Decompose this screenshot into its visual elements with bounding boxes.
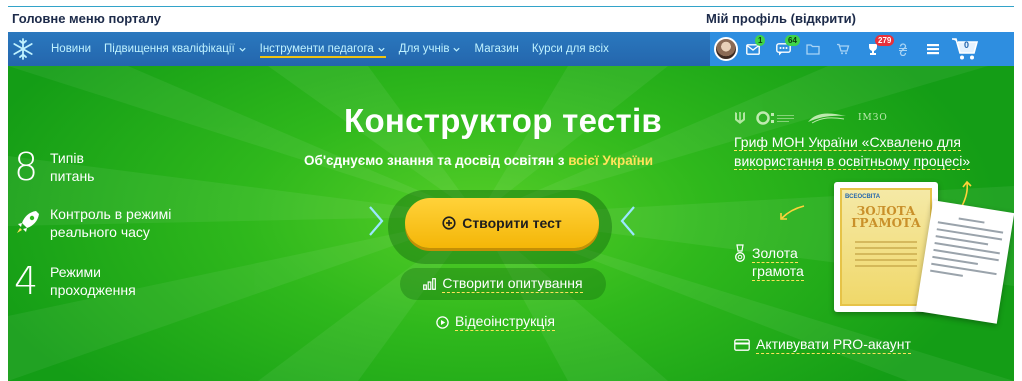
nav-item-courses[interactable]: Курси для всіх	[532, 32, 609, 66]
rocket-icon	[14, 204, 46, 242]
create-poll-button[interactable]: Створити опитування	[400, 268, 606, 300]
nav-item-label: Курси для всіх	[531, 43, 609, 55]
messages-badge: 1	[755, 35, 766, 46]
top-annotation-strip: Головне меню порталу Мій профіль (відкри…	[0, 0, 1022, 32]
chevron-right-icon	[369, 206, 384, 236]
gold-certificate-label: Золота грамота	[752, 244, 804, 281]
profile-toolbar: 1 64 279 0	[710, 32, 1014, 66]
hero-subtitle: Об'єднуємо знання та досвід освітян з вс…	[304, 153, 653, 168]
medal-icon	[735, 244, 745, 262]
ministry-approval-label: Гриф МОН України «Схвалено для використа…	[734, 134, 971, 170]
nav-item-label: Магазин	[474, 43, 519, 55]
plus-circle-icon	[442, 216, 456, 230]
feature-line: Типів	[50, 150, 84, 166]
video-instruction-link[interactable]: Відеоінструкція	[436, 313, 555, 331]
feature-realtime-control: Контроль в режимі реального часу	[14, 204, 224, 242]
trident-icon	[735, 112, 745, 124]
feature-line: проходження	[50, 282, 136, 298]
gold-line: Золота	[752, 245, 798, 263]
create-poll-label: Створити опитування	[442, 275, 583, 293]
certificate-title: ЗОЛОТА ГРАМОТА	[851, 205, 921, 229]
certificate-text-lines	[855, 237, 917, 271]
nav-item-news[interactable]: Новини	[51, 32, 91, 66]
activate-pro-label: Активувати PRO-акаунт	[756, 336, 911, 354]
cart-button[interactable]: 0	[948, 32, 982, 66]
certificate-title-line: ГРАМОТА	[851, 216, 921, 230]
create-test-button[interactable]: Створити тест	[405, 198, 599, 248]
approval-document-image	[915, 200, 1014, 324]
nav-item-qualification[interactable]: Підвищення кваліфікації	[104, 32, 247, 66]
subtitle-highlight: всієї України	[568, 153, 654, 168]
ministry-approval-text[interactable]: Гриф МОН України «Схвалено для використа…	[734, 133, 1014, 171]
ministry-logo-icon	[756, 111, 794, 125]
annotation-line	[8, 6, 1014, 7]
cart-count: 0	[964, 40, 970, 50]
cart-outline-icon	[837, 43, 850, 55]
imzo-logo-icon	[808, 113, 846, 124]
currency-button[interactable]	[888, 32, 918, 66]
profile-annotation[interactable]: Мій профіль (відкрити)	[706, 11, 856, 26]
feature-text: Контроль в режимі реального часу	[50, 205, 171, 241]
chevron-left-icon	[620, 206, 635, 236]
avatar[interactable]	[714, 37, 738, 61]
gold-line: грамота	[752, 263, 804, 281]
card-icon	[734, 339, 750, 351]
nav-item-for-students[interactable]: Для учнів	[399, 32, 462, 66]
partner-logos: ІМЗО	[734, 110, 888, 126]
nav-item-shop[interactable]: Магазин	[474, 32, 518, 66]
video-instruction-label: Відеоінструкція	[455, 313, 555, 331]
notifications-button[interactable]: 279	[858, 32, 895, 66]
feature-number: 8	[14, 145, 39, 189]
imzo-text: ІМЗО	[858, 113, 888, 123]
hryvnia-icon	[899, 42, 907, 56]
feature-line: Режими	[50, 264, 101, 280]
curved-arrow-icon	[780, 205, 805, 220]
nav-item-label: Для учнів	[398, 43, 450, 55]
chevron-down-icon	[239, 47, 246, 52]
subtitle-text: Об'єднуємо знання та досвід освітян з	[304, 153, 569, 168]
nav-item-label: Інструменти педагога	[259, 43, 374, 55]
feature-line: питань	[50, 168, 95, 184]
snowflake-icon[interactable]	[8, 32, 38, 66]
feature-pass-modes: 4 Режими проходження	[14, 262, 224, 300]
shop-cart-button[interactable]	[828, 32, 858, 66]
nav-item-teacher-tools[interactable]: Інструменти педагога	[259, 32, 386, 66]
nav-menu: Новини Підвищення кваліфікації Інструмен…	[38, 32, 609, 66]
chevron-down-icon	[378, 47, 385, 52]
play-circle-icon	[436, 315, 449, 329]
documents-button[interactable]	[798, 32, 828, 66]
chevron-down-icon	[453, 47, 461, 52]
feature-question-types: 8 Типів питань	[14, 148, 224, 186]
feature-text: Режими проходження	[50, 263, 136, 299]
feature-line: реального часу	[50, 224, 150, 240]
bar-chart-icon	[423, 278, 437, 290]
activate-pro-link[interactable]: Активувати PRO-акаунт	[734, 336, 911, 354]
create-test-label: Створити тест	[462, 215, 562, 231]
nav-item-label: Новини	[51, 43, 92, 55]
nav-item-label: Підвищення кваліфікації	[104, 43, 235, 55]
feature-line: Контроль в режимі	[50, 206, 172, 222]
messages-button[interactable]: 1	[738, 32, 768, 66]
certificate-brand: ВСЕОСВІТА	[845, 194, 881, 200]
folder-icon	[806, 44, 820, 55]
hero-section: Конструктор тестів Об'єднуємо знання та …	[8, 66, 1014, 381]
hamburger-icon	[927, 44, 939, 55]
menu-button[interactable]	[918, 32, 948, 66]
main-menu-annotation: Головне меню порталу	[12, 11, 161, 26]
chat-button[interactable]: 64	[768, 32, 800, 66]
main-nav-bar: Новини Підвищення кваліфікації Інструмен…	[8, 32, 1014, 66]
gold-certificate-link[interactable]: Золота грамота	[734, 244, 804, 281]
feature-text: Типів питань	[50, 149, 94, 185]
feature-number: 4	[14, 259, 39, 303]
